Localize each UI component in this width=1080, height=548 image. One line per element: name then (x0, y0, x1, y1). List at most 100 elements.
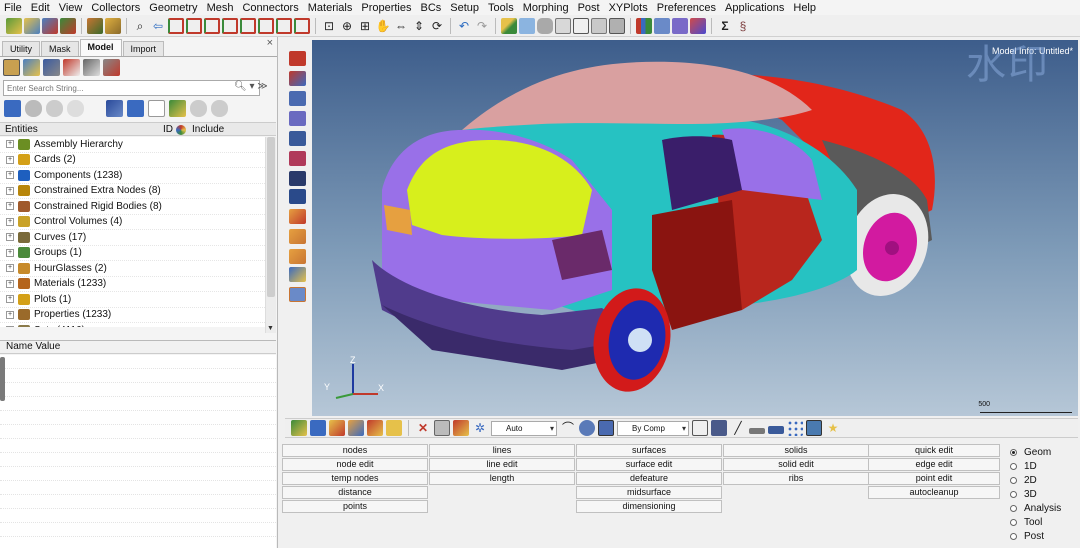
nodes-button[interactable]: nodes (282, 444, 428, 457)
tree-item[interactable]: + Cards (2) (0, 153, 265, 168)
radio-icon[interactable] (1010, 490, 1017, 498)
page-radio-2d[interactable]: 2D (1010, 473, 1080, 487)
dimensioning-button[interactable]: dimensioning (576, 500, 722, 513)
fit-icon[interactable]: ⊡ (321, 18, 337, 34)
shaded-icon[interactable] (310, 420, 326, 436)
visibility-plus-icon[interactable] (190, 99, 207, 117)
isolate-icon[interactable] (67, 99, 84, 117)
include-view-icon[interactable] (83, 59, 100, 76)
by-comp-dropdown[interactable]: By Comp (617, 420, 689, 436)
refresh-icon[interactable] (169, 99, 186, 117)
page-radio-analysis[interactable]: Analysis (1010, 501, 1080, 515)
tree-item[interactable]: + Groups (1) (0, 246, 265, 261)
formula-icon[interactable]: § (735, 18, 751, 34)
line-icon[interactable] (501, 17, 517, 34)
edge-edit-button[interactable]: edge edit (868, 458, 1000, 471)
midsurface-button[interactable]: midsurface (576, 486, 722, 499)
view-left-icon[interactable] (204, 17, 220, 34)
tree-item[interactable]: + HourGlasses (2) (0, 261, 265, 277)
zoom-icon[interactable]: ⌕ (132, 18, 148, 34)
entity-filter-icon[interactable] (4, 99, 21, 117)
expand-icon[interactable]: + (6, 264, 14, 273)
tree-item[interactable]: + Sets (4116) (0, 323, 265, 327)
menu-xyplots[interactable]: XYPlots (609, 2, 648, 14)
tree-item[interactable]: + Properties (1233) (0, 308, 265, 323)
menu-help[interactable]: Help (793, 2, 816, 14)
translate-icon[interactable]: ⇔ (393, 18, 409, 34)
menu-materials[interactable]: Materials (308, 2, 353, 14)
surface-edit-button[interactable]: surface edit (576, 458, 722, 471)
cube-mesh-icon[interactable] (609, 17, 625, 34)
expand-icon[interactable]: + (6, 248, 14, 257)
abc-label-2-icon[interactable] (289, 249, 306, 264)
plane-icon[interactable] (749, 427, 765, 434)
radio-icon[interactable] (1010, 462, 1017, 470)
cube-icon[interactable] (555, 17, 571, 34)
length-button[interactable]: length (429, 472, 575, 485)
paint-icon[interactable] (453, 420, 469, 436)
autocleanup-button[interactable]: autocleanup (868, 486, 1000, 499)
page-radio-geom[interactable]: Geom (1010, 445, 1080, 459)
tree-item[interactable]: + Assembly Hierarchy (0, 137, 265, 153)
page-radio-tool[interactable]: Tool (1010, 515, 1080, 529)
menu-connectors[interactable]: Connectors (242, 2, 298, 14)
auto-dropdown[interactable]: Auto (491, 420, 557, 436)
grid-icon[interactable] (654, 17, 670, 34)
sum-icon[interactable]: Σ (717, 18, 733, 34)
numbering-icon[interactable] (289, 189, 306, 204)
solids-button[interactable]: solids (723, 444, 869, 457)
bc-icon[interactable] (367, 420, 383, 436)
user-icon[interactable] (87, 17, 103, 34)
zoom-in-icon[interactable]: ⊕ (339, 18, 355, 34)
radio-icon[interactable] (1010, 518, 1017, 526)
pan-icon[interactable]: ⇦ (150, 18, 166, 34)
entities-header[interactable]: Entities (5, 124, 38, 135)
display-icon[interactable] (106, 99, 123, 117)
ribs-button[interactable]: ribs (723, 472, 869, 485)
mask-icon[interactable] (289, 51, 306, 66)
hide-all-icon[interactable] (289, 91, 306, 106)
scroll-thumb[interactable] (267, 137, 275, 297)
redo-icon[interactable]: ↷ (474, 18, 490, 34)
search-input[interactable] (3, 80, 260, 96)
folder-icon[interactable] (105, 17, 121, 34)
view-iso2-icon[interactable] (294, 17, 310, 34)
node-icon[interactable]: ✲ (472, 420, 488, 436)
scroll-down-icon[interactable]: ▼ (267, 325, 274, 332)
star-icon[interactable]: ★ (825, 420, 841, 436)
export-icon[interactable] (60, 17, 76, 34)
bar-icon[interactable] (672, 17, 688, 34)
show-all-icon[interactable] (289, 71, 306, 86)
tab-mask[interactable]: Mask (41, 41, 79, 56)
quick-edit-button[interactable]: quick edit (868, 444, 1000, 457)
material-view-icon[interactable] (43, 59, 60, 76)
expand-icon[interactable]: + (6, 171, 14, 180)
lines-button[interactable]: lines (429, 444, 575, 457)
graphics-viewport[interactable]: Z X Y Model Info: Untitled* 水印 500 (312, 40, 1078, 416)
wire-cube-icon[interactable] (692, 420, 708, 436)
contour-icon[interactable] (690, 17, 706, 34)
tree-item[interactable]: + Materials (1233) (0, 277, 265, 292)
zoom-box-icon[interactable]: ⊞ (357, 18, 373, 34)
expand-icon[interactable]: + (6, 279, 14, 288)
assembly-icon[interactable] (348, 420, 364, 436)
tree-item[interactable]: + Components (1238) (0, 168, 265, 184)
menu-view[interactable]: View (59, 2, 83, 14)
search-icon[interactable]: 🔍︎ ▾ ≫ (234, 81, 268, 92)
edges-icon[interactable] (519, 17, 535, 34)
menu-mesh[interactable]: Mesh (207, 2, 234, 14)
surface-icon[interactable] (768, 426, 784, 434)
page-radio-3d[interactable]: 3D (1010, 487, 1080, 501)
solid-edit-button[interactable]: solid edit (723, 458, 869, 471)
menu-setup[interactable]: Setup (450, 2, 479, 14)
tree-item[interactable]: + Curves (17) (0, 230, 265, 246)
tree-icon[interactable] (329, 420, 345, 436)
component-filter-icon[interactable] (127, 99, 144, 117)
expand-icon[interactable]: + (6, 233, 14, 242)
page-radio-post[interactable]: Post (1010, 529, 1080, 543)
line-tool-icon[interactable]: ╱ (730, 420, 746, 436)
node-edit-button[interactable]: node edit (282, 458, 428, 471)
chart-icon[interactable] (636, 17, 652, 34)
temp-nodes-button[interactable]: temp nodes (282, 472, 428, 485)
panel-resize-handle[interactable] (0, 357, 5, 401)
